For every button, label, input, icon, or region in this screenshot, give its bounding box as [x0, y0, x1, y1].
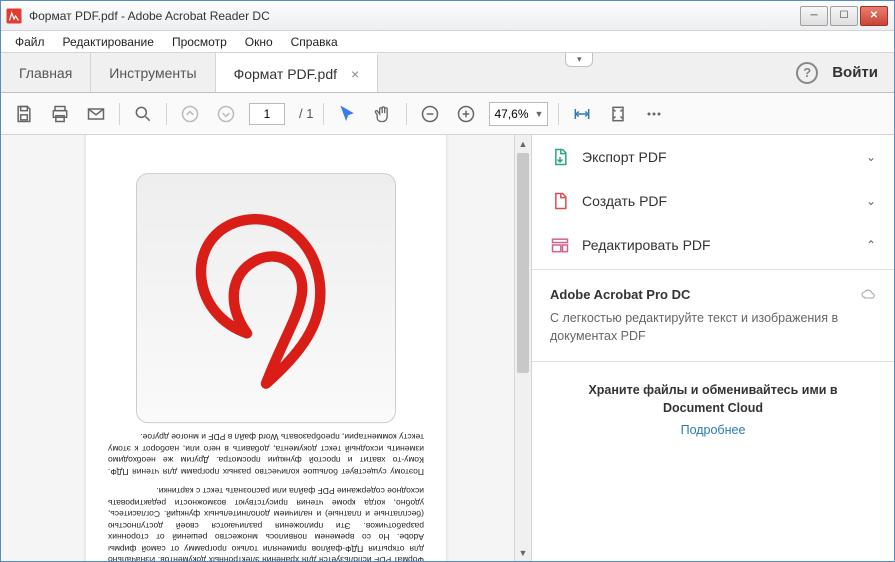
panel-export-label: Экспорт PDF [582, 149, 854, 165]
tab-home-label: Главная [19, 65, 72, 81]
tools-sidepanel: Экспорт PDF ⌄ Создать PDF ⌄ Редактироват… [532, 135, 894, 561]
cloud-learn-more-link[interactable]: Подробнее [681, 423, 746, 437]
tabbar: Главная Инструменты Формат PDF.pdf × ▾ ?… [1, 53, 894, 93]
signin-button[interactable]: Войти [832, 64, 878, 81]
page-total-label: / 1 [299, 106, 313, 121]
separator [323, 103, 324, 125]
scroll-down-icon[interactable]: ▼ [515, 544, 531, 561]
toolbar: / 1 47,6% ▼ [1, 93, 894, 135]
help-button[interactable]: ? [796, 62, 818, 84]
vertical-scrollbar[interactable]: ▲ ▼ [514, 135, 531, 561]
maximize-button[interactable]: ☐ [830, 6, 858, 26]
tab-document-label: Формат PDF.pdf [234, 66, 337, 82]
cloud-promo-block: Храните файлы и обменивайтесь ими в Docu… [532, 364, 894, 455]
app-icon [5, 7, 23, 25]
pdf-page: Формат PDF используется для хранения эле… [86, 135, 446, 561]
menu-help[interactable]: Справка [283, 33, 346, 51]
chevron-down-icon: ⌄ [866, 150, 876, 164]
email-icon[interactable] [83, 101, 109, 127]
panel-edit-label: Редактировать PDF [582, 237, 854, 253]
tab-tools[interactable]: Инструменты [91, 53, 215, 92]
panel-create-label: Создать PDF [582, 193, 854, 209]
tab-document[interactable]: Формат PDF.pdf × [216, 53, 379, 92]
divider [532, 361, 894, 362]
zoom-out-icon[interactable] [417, 101, 443, 127]
pro-promo-block: Adobe Acrobat Pro DC С легкостью редакти… [532, 272, 894, 359]
search-icon[interactable] [130, 101, 156, 127]
create-icon [550, 191, 570, 211]
pdf-logo-image [136, 173, 396, 423]
scrollbar-thumb[interactable] [517, 153, 529, 373]
fit-width-icon[interactable] [569, 101, 595, 127]
fit-page-icon[interactable] [605, 101, 631, 127]
document-viewport[interactable]: Формат PDF используется для хранения эле… [1, 135, 532, 561]
chevron-down-icon: ▼ [535, 109, 544, 119]
panel-create-pdf[interactable]: Создать PDF ⌄ [532, 179, 894, 223]
zoom-value: 47,6% [494, 107, 528, 121]
divider [532, 269, 894, 270]
toolbar-collapse-handle[interactable]: ▾ [565, 53, 593, 67]
minimize-button[interactable]: ─ [800, 6, 828, 26]
next-page-icon[interactable] [213, 101, 239, 127]
menu-file[interactable]: Файл [7, 33, 53, 51]
document-paragraph: Поэтому существует большое количество ра… [108, 431, 424, 477]
export-icon [550, 147, 570, 167]
select-tool-icon[interactable] [334, 101, 360, 127]
save-icon[interactable] [11, 101, 37, 127]
print-icon[interactable] [47, 101, 73, 127]
menu-view[interactable]: Просмотр [164, 33, 235, 51]
zoom-select[interactable]: 47,6% ▼ [489, 102, 548, 126]
panel-edit-pdf[interactable]: Редактировать PDF ⌃ [532, 223, 894, 267]
separator [406, 103, 407, 125]
chevron-up-icon: ⌃ [866, 238, 876, 252]
menu-edit[interactable]: Редактирование [55, 33, 162, 51]
menubar: Файл Редактирование Просмотр Окно Справк… [1, 31, 894, 53]
document-paragraph: Формат PDF используется для хранения эле… [108, 485, 424, 561]
prev-page-icon[interactable] [177, 101, 203, 127]
titlebar: Формат PDF.pdf - Adobe Acrobat Reader DC… [1, 1, 894, 31]
menu-window[interactable]: Окно [237, 33, 281, 51]
edit-icon [550, 235, 570, 255]
tab-home[interactable]: Главная [1, 53, 91, 92]
cloud-title: Храните файлы и обменивайтесь ими в Docu… [562, 382, 864, 417]
pro-title-label: Adobe Acrobat Pro DC [550, 287, 690, 302]
close-button[interactable]: ✕ [860, 6, 888, 26]
zoom-in-icon[interactable] [453, 101, 479, 127]
tab-tools-label: Инструменты [109, 65, 196, 81]
page-number-input[interactable] [249, 103, 285, 125]
separator [119, 103, 120, 125]
panel-export-pdf[interactable]: Экспорт PDF ⌄ [532, 135, 894, 179]
chevron-down-icon: ⌄ [866, 194, 876, 208]
tab-close-icon[interactable]: × [351, 66, 359, 82]
cloud-icon [860, 286, 876, 302]
scroll-up-icon[interactable]: ▲ [515, 135, 531, 152]
more-icon[interactable] [641, 101, 667, 127]
pro-text: С легкостью редактируйте текст и изображ… [550, 310, 876, 345]
separator [166, 103, 167, 125]
window-title: Формат PDF.pdf - Adobe Acrobat Reader DC [29, 9, 800, 23]
separator [558, 103, 559, 125]
hand-tool-icon[interactable] [370, 101, 396, 127]
